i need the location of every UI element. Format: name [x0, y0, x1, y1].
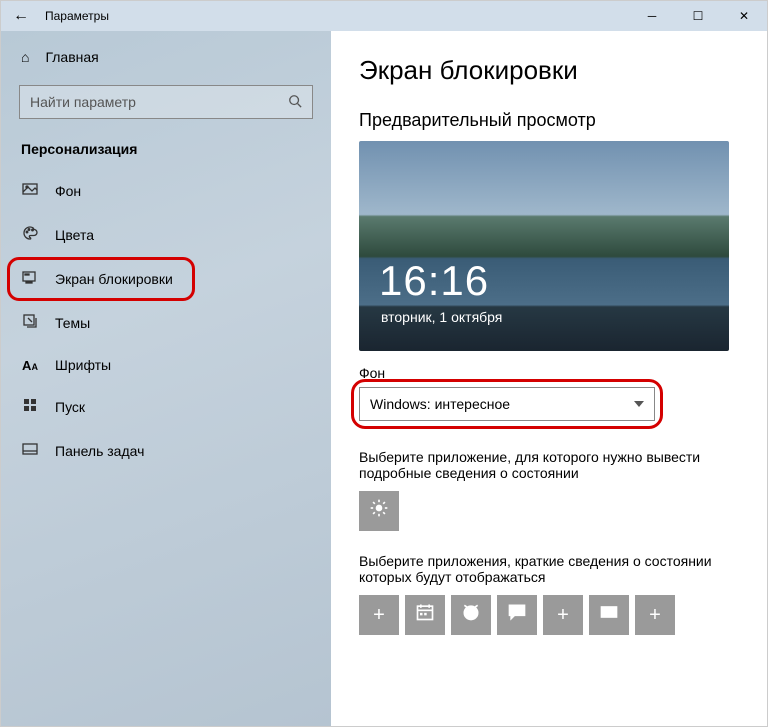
plus-icon: + [649, 604, 661, 627]
weather-icon [369, 498, 389, 524]
quick-tile-messaging[interactable] [497, 595, 537, 635]
detailed-app-tile[interactable] [359, 491, 399, 531]
quick-status-label: Выберите приложения, краткие сведения о … [359, 553, 739, 585]
sidebar-section-title: Персонализация [1, 135, 331, 169]
background-dropdown[interactable]: Windows: интересное [359, 387, 655, 421]
quick-tile-mail[interactable] [589, 595, 629, 635]
start-icon [21, 397, 39, 417]
dropdown-value: Windows: интересное [370, 396, 510, 412]
alarm-icon [461, 602, 481, 628]
fonts-icon: AA [21, 358, 39, 373]
picture-icon [21, 181, 39, 201]
sidebar-item-start[interactable]: Пуск [1, 385, 331, 429]
sidebar-item-lockscreen[interactable]: Экран блокировки [1, 257, 331, 301]
sidebar-item-fonts[interactable]: AA Шрифты [1, 345, 331, 385]
quick-tile-add[interactable]: + [543, 595, 583, 635]
plus-icon: + [373, 604, 385, 627]
sidebar-item-colors[interactable]: Цвета [1, 213, 331, 257]
sidebar-item-label: Цвета [55, 227, 94, 243]
calendar-icon [415, 602, 435, 628]
main-content: Экран блокировки Предварительный просмот… [331, 31, 767, 726]
close-button[interactable]: ✕ [721, 1, 767, 31]
sidebar-home-label: Главная [45, 49, 98, 65]
sidebar-item-taskbar[interactable]: Панель задач [1, 429, 331, 473]
page-title: Экран блокировки [359, 55, 739, 86]
quick-tile-calendar[interactable] [405, 595, 445, 635]
titlebar: ← Параметры ─ ☐ ✕ [1, 1, 767, 31]
search-input[interactable]: Найти параметр [19, 85, 313, 119]
mail-icon [599, 602, 619, 628]
minimize-button[interactable]: ─ [629, 1, 675, 31]
sidebar-home[interactable]: ⌂ Главная [1, 41, 331, 73]
lockscreen-preview: 16:16 вторник, 1 октября [359, 141, 729, 351]
sidebar-item-label: Пуск [55, 399, 85, 415]
lockscreen-icon [21, 269, 39, 289]
taskbar-icon [21, 441, 39, 461]
preview-date: вторник, 1 октября [381, 309, 502, 325]
sidebar: ⌂ Главная Найти параметр Персонализация … [1, 31, 331, 726]
sidebar-item-label: Панель задач [55, 443, 144, 459]
chat-icon [507, 602, 527, 628]
maximize-button[interactable]: ☐ [675, 1, 721, 31]
window-title: Параметры [45, 9, 109, 23]
plus-icon: + [557, 604, 569, 627]
preview-time: 16:16 [379, 257, 489, 305]
search-placeholder: Найти параметр [30, 94, 136, 110]
back-button[interactable]: ← [1, 7, 41, 25]
sidebar-item-label: Шрифты [55, 357, 111, 373]
quick-tile-add[interactable]: + [635, 595, 675, 635]
sidebar-item-label: Темы [55, 315, 90, 331]
preview-heading: Предварительный просмотр [359, 110, 739, 131]
themes-icon [21, 313, 39, 333]
detailed-status-label: Выберите приложение, для которого нужно … [359, 449, 739, 481]
quick-tile-alarms[interactable] [451, 595, 491, 635]
background-label: Фон [359, 365, 739, 381]
sidebar-item-label: Экран блокировки [55, 271, 173, 287]
quick-tile-add[interactable]: + [359, 595, 399, 635]
palette-icon [21, 225, 39, 245]
sidebar-item-background[interactable]: Фон [1, 169, 331, 213]
search-icon [288, 94, 302, 111]
home-icon: ⌂ [21, 49, 29, 65]
sidebar-item-themes[interactable]: Темы [1, 301, 331, 345]
sidebar-item-label: Фон [55, 183, 81, 199]
chevron-down-icon [634, 401, 644, 407]
quick-status-tiles: + + + [359, 595, 739, 635]
